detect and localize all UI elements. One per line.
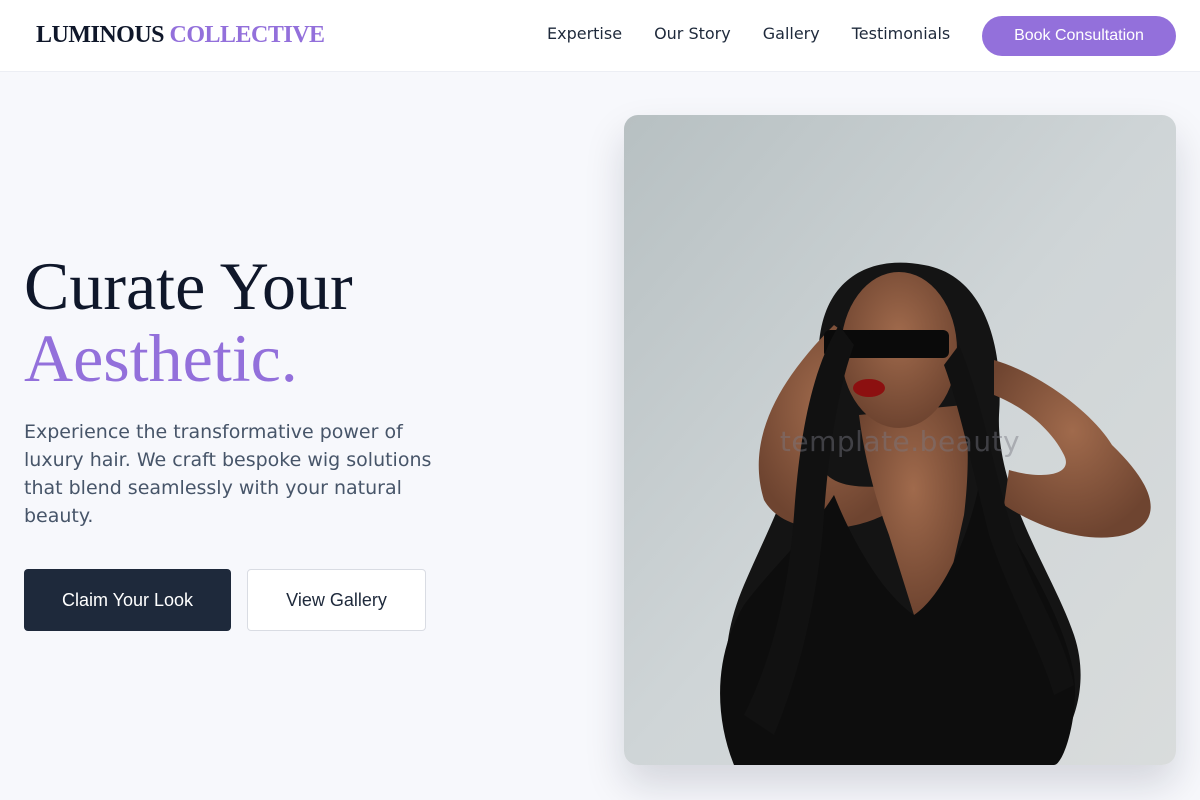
view-gallery-button[interactable]: View Gallery <box>247 569 426 631</box>
main-nav: Expertise Our Story Gallery Testimonials <box>547 24 950 44</box>
brand-word-2: COLLECTIVE <box>169 22 326 48</box>
site-header: LUMINOUS COLLECTIVE Expertise Our Story … <box>0 0 1200 72</box>
nav-link-our-story[interactable]: Our Story <box>654 24 731 44</box>
brand-word-1: LUMINOUS <box>36 22 165 48</box>
brand-logo[interactable]: LUMINOUS COLLECTIVE <box>36 22 325 49</box>
nav-link-testimonials[interactable]: Testimonials <box>852 24 951 44</box>
hero-headline: Curate Your Aesthetic. <box>24 250 353 394</box>
headline-line-1: Curate Your <box>24 248 353 324</box>
claim-your-look-button[interactable]: Claim Your Look <box>24 569 231 631</box>
book-consultation-button[interactable]: Book Consultation <box>982 16 1176 56</box>
hero-subtext: Experience the transformative power of l… <box>24 421 432 527</box>
nav-link-expertise[interactable]: Expertise <box>547 24 622 44</box>
image-watermark: template.beauty <box>779 425 1021 458</box>
nav-link-gallery[interactable]: Gallery <box>763 24 820 44</box>
headline-line-2: Aesthetic. <box>24 320 298 396</box>
hero-image: template.beauty <box>624 115 1176 765</box>
